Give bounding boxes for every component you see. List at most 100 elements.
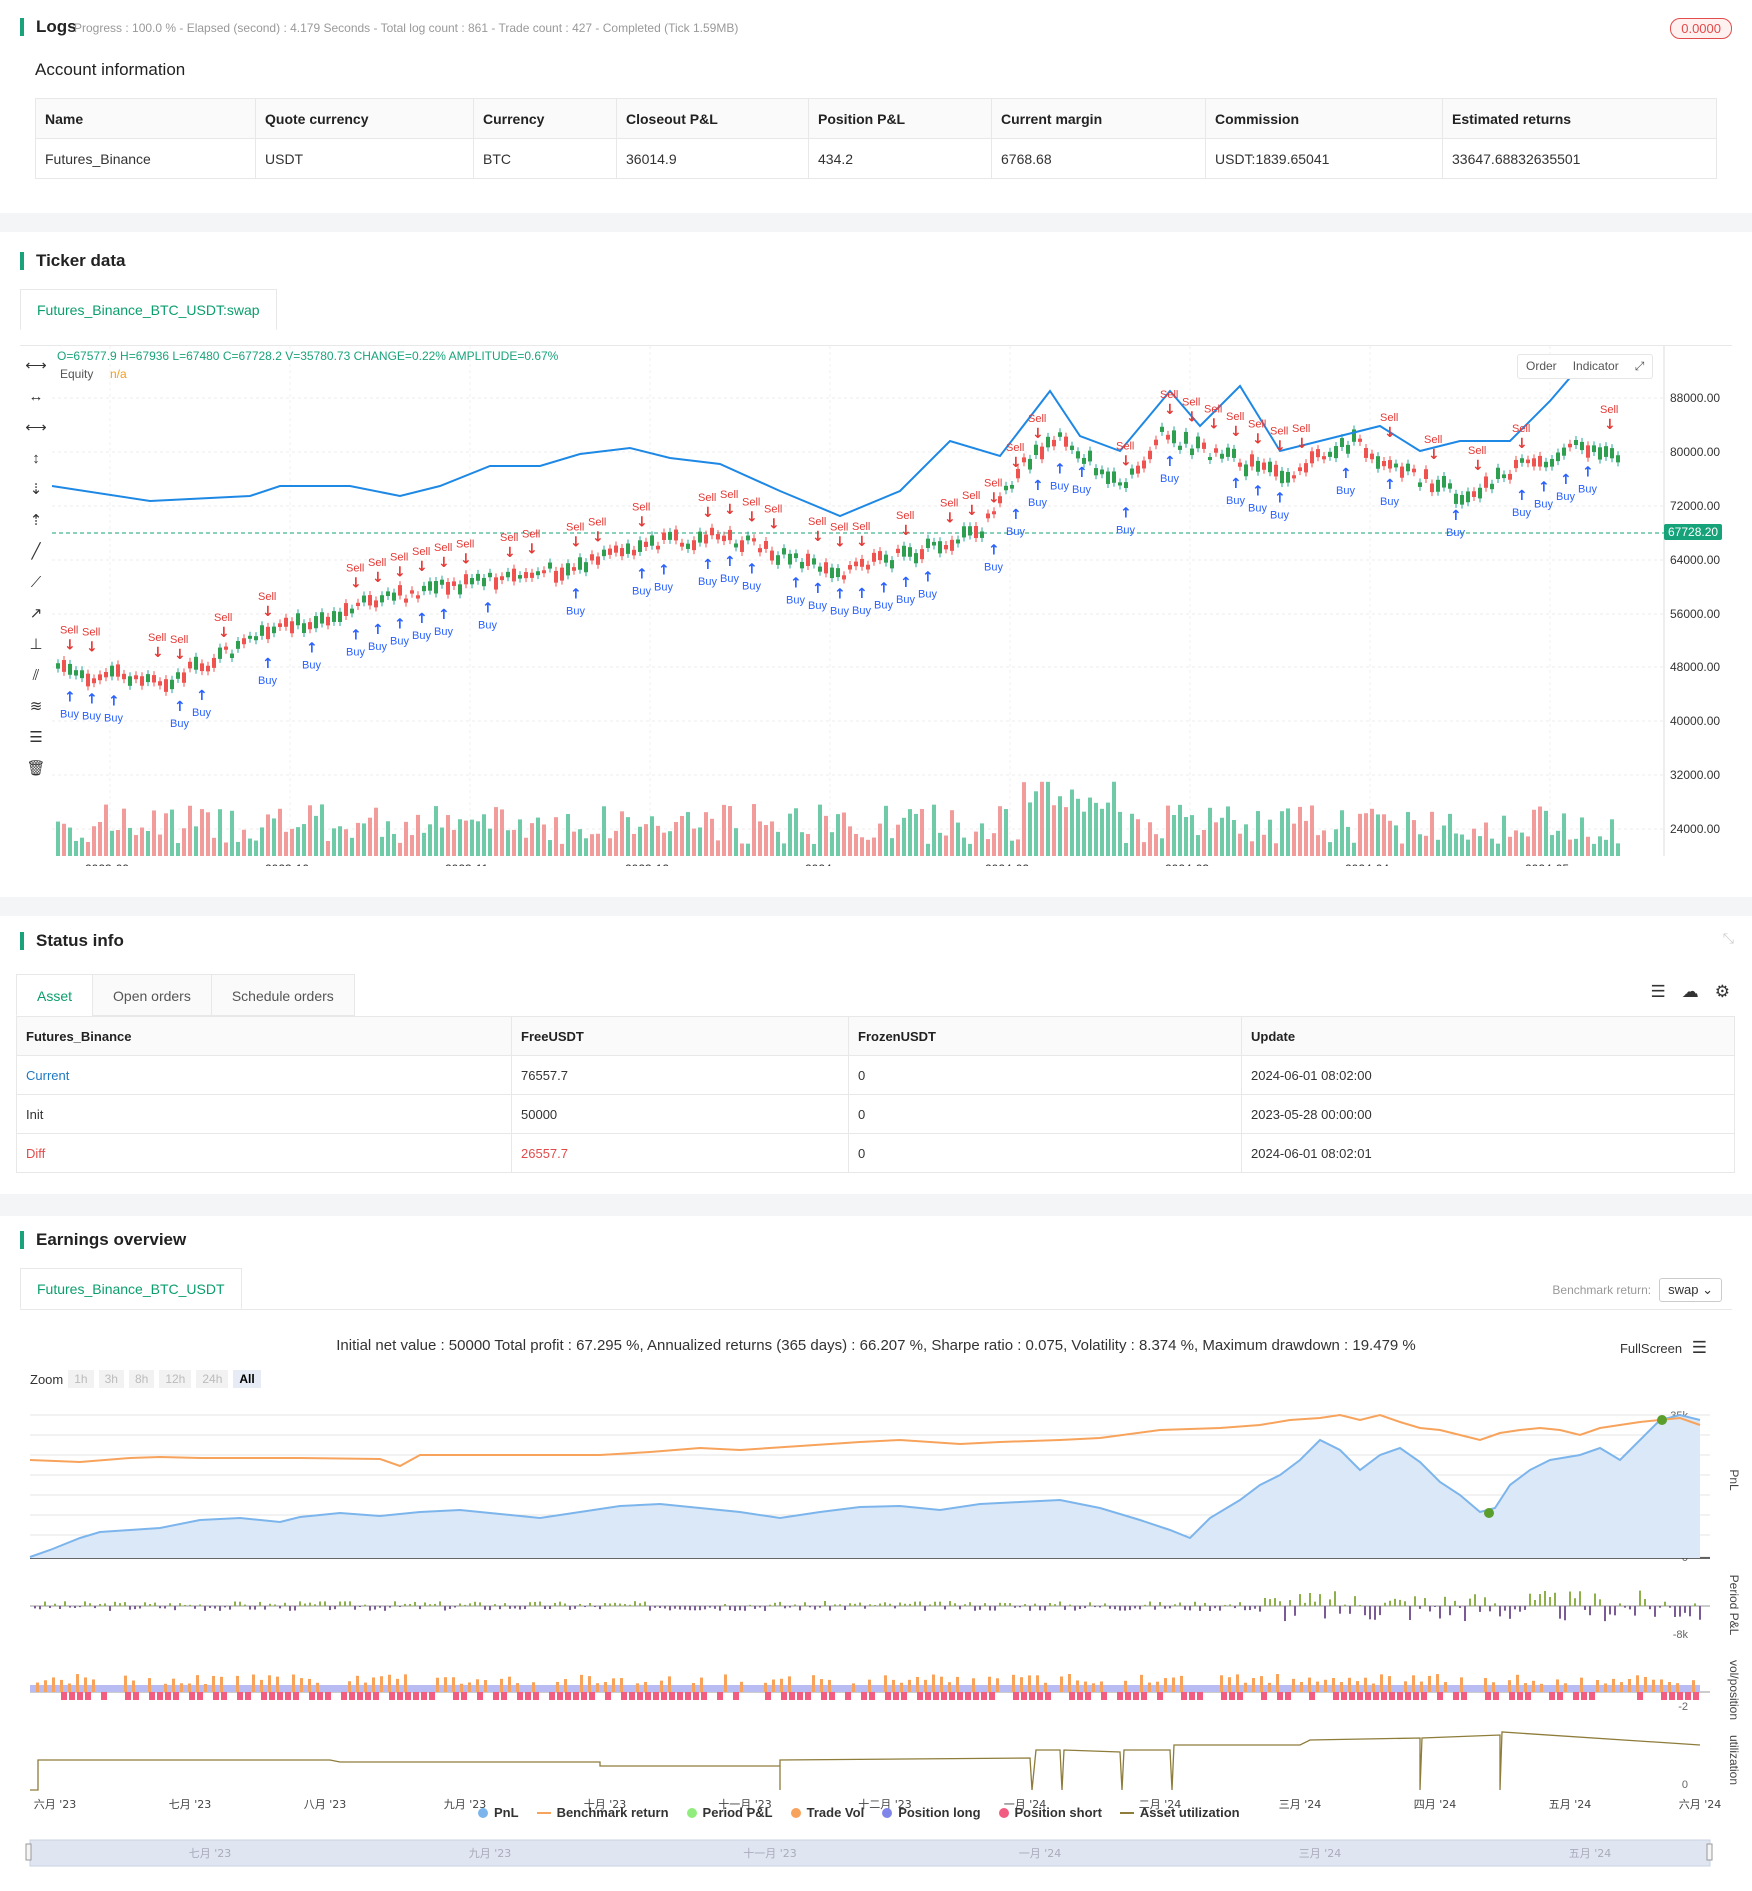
- period-pnl-bar: [974, 1606, 976, 1611]
- tab-open-orders[interactable]: Open orders: [92, 974, 211, 1016]
- ray-line-icon[interactable]: ⟋: [24, 567, 48, 598]
- candle-body: [368, 595, 372, 606]
- sell-marker-label: Sell: [1160, 389, 1178, 401]
- legend-position-short[interactable]: Position short: [998, 1805, 1102, 1820]
- volume-bar: [1310, 805, 1314, 856]
- trade-vol-bar: [68, 1683, 71, 1692]
- legend-pnl[interactable]: PnL: [478, 1805, 519, 1820]
- position-short-bar: [493, 1692, 499, 1700]
- list-icon[interactable]: ☰: [1651, 982, 1666, 1002]
- period-pnl-bar: [1454, 1600, 1456, 1606]
- horizontal-ray-icon[interactable]: ↔: [24, 381, 48, 412]
- sell-marker-label: Sell: [1270, 426, 1288, 438]
- volume-bar: [296, 827, 300, 856]
- volume-bar: [554, 817, 558, 856]
- trade-vol-bar: [668, 1676, 671, 1692]
- fib-levels-icon[interactable]: ☰: [24, 722, 48, 753]
- period-pnl-bar: [1439, 1606, 1441, 1619]
- candle-body: [692, 540, 696, 551]
- position-short-bar: [1677, 1692, 1683, 1700]
- zoom-3h[interactable]: 3h: [98, 1370, 124, 1388]
- tab-ticker-symbol[interactable]: Futures_Binance_BTC_USDT:swap: [20, 289, 277, 330]
- vertical-segment-icon[interactable]: ⇣: [24, 474, 48, 505]
- legend-trade-vol[interactable]: Trade Vol: [790, 1805, 864, 1820]
- candle-body: [374, 600, 378, 608]
- cell-frozen: 0: [848, 1133, 1242, 1173]
- menu-icon[interactable]: ☰: [1692, 1338, 1707, 1357]
- horizontal-line-icon[interactable]: ⟷: [24, 350, 48, 381]
- buy-arrow-icon: ↑: [1560, 472, 1572, 488]
- trash-icon[interactable]: 🗑: [24, 753, 48, 784]
- period-pnl-bar: [729, 1606, 731, 1611]
- sell-arrow-icon: ↓: [988, 491, 1000, 507]
- period-pnl-bar: [1024, 1604, 1026, 1606]
- period-pnl-bar: [84, 1601, 86, 1606]
- period-pnl-bar: [1314, 1601, 1316, 1606]
- vertical-ray-icon[interactable]: ⇡: [24, 505, 48, 536]
- benchmark-select[interactable]: swap ⌄: [1659, 1278, 1722, 1302]
- tab-earnings-symbol[interactable]: Futures_Binance_BTC_USDT: [20, 1268, 242, 1309]
- legend-position-long[interactable]: Position long: [882, 1805, 981, 1820]
- sell-arrow-icon: ↓: [1164, 402, 1176, 418]
- candle-body: [320, 612, 324, 624]
- price-label-icon[interactable]: ⊥: [24, 629, 48, 660]
- period-pnl-bar: [1009, 1603, 1011, 1606]
- zoom-all[interactable]: All: [233, 1370, 261, 1388]
- sell-marker-label: Sell: [1468, 445, 1486, 457]
- tab-asset[interactable]: Asset: [16, 974, 93, 1016]
- position-short-bar: [557, 1692, 563, 1700]
- zoom-12h[interactable]: 12h: [159, 1370, 192, 1388]
- trend-line-icon[interactable]: ╱: [24, 536, 48, 567]
- position-short-bar: [693, 1692, 699, 1700]
- position-short-bar: [1237, 1692, 1243, 1700]
- volume-bar: [602, 806, 606, 856]
- cloud-download-icon[interactable]: ☁: [1682, 982, 1699, 1002]
- volume-bar: [548, 840, 552, 856]
- vertical-line-icon[interactable]: ↕: [24, 443, 48, 474]
- extended-line-icon[interactable]: ⟷: [24, 412, 48, 443]
- order-button[interactable]: Order: [1518, 355, 1565, 378]
- drawdown-low-marker: [1484, 1508, 1494, 1518]
- trade-vol-bar: [468, 1682, 471, 1692]
- logs-badge[interactable]: 0.0000: [1670, 18, 1732, 39]
- legend-asset-utilization[interactable]: Asset utilization: [1119, 1805, 1240, 1820]
- volume-bar: [500, 809, 504, 856]
- zoom-24h[interactable]: 24h: [196, 1370, 229, 1388]
- period-pnl-bar: [229, 1606, 231, 1610]
- indicator-button[interactable]: Indicator: [1565, 355, 1627, 378]
- volume-bar: [194, 826, 198, 856]
- candle-body: [842, 575, 846, 580]
- gear-icon[interactable]: ⚙: [1715, 982, 1730, 1002]
- row-label-current[interactable]: Current: [16, 1055, 512, 1095]
- sell-arrow-icon: ↓: [702, 505, 714, 521]
- zoom-8h[interactable]: 8h: [128, 1370, 155, 1388]
- legend-benchmark[interactable]: Benchmark return: [536, 1805, 669, 1820]
- period-pnl-bar: [439, 1601, 441, 1606]
- collapse-icon[interactable]: ⤡: [1723, 930, 1734, 947]
- y-tick-label: -8k: [1673, 1629, 1689, 1641]
- zoom-1h[interactable]: 1h: [68, 1370, 94, 1388]
- trade-vol-bar: [1420, 1681, 1423, 1692]
- fullscreen-button[interactable]: FullScreen ☰: [1620, 1338, 1707, 1358]
- period-pnl-bar: [859, 1602, 861, 1606]
- benchmark-swatch-icon: [536, 1812, 551, 1814]
- volume-bar: [1316, 835, 1320, 856]
- candle-body: [1208, 456, 1212, 461]
- volume-bar: [1202, 829, 1206, 856]
- trade-vol-bar: [1236, 1674, 1239, 1692]
- trade-vol-bar: [1276, 1674, 1279, 1692]
- candle-body: [446, 582, 450, 595]
- row-label-init: Init: [16, 1094, 512, 1134]
- position-short-bar: [349, 1692, 355, 1700]
- period-pnl-bar: [1049, 1603, 1051, 1606]
- period-pnl-bar: [279, 1606, 281, 1609]
- candlestick-chart[interactable]: 88000.00 80000.00 72000.00 64000.00 56000.00…: [20, 345, 1732, 866]
- expand-icon[interactable]: ⤢: [1627, 355, 1653, 378]
- period-pnl-bar: [154, 1602, 156, 1606]
- fib-retracement-icon[interactable]: ≋: [24, 691, 48, 722]
- tab-schedule-orders[interactable]: Schedule orders: [210, 974, 355, 1016]
- legend-period-pnl[interactable]: Period P&L: [686, 1805, 773, 1820]
- arrow-line-icon[interactable]: ↗: [24, 598, 48, 629]
- parallel-channel-icon[interactable]: ⫽: [24, 660, 48, 691]
- candlestick-svg[interactable]: 88000.00 80000.00 72000.00 64000.00 56000.00…: [20, 346, 1732, 866]
